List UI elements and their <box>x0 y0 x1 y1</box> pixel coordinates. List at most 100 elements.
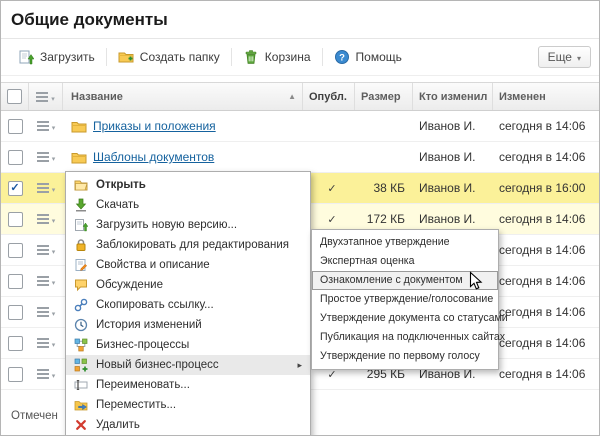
mouse-cursor <box>469 271 483 291</box>
submenu-item-publish-to-sites[interactable]: Публикация на подключенных сайтах <box>312 328 498 347</box>
menu-item-lock-for-editing[interactable]: Заблокировать для редактирования <box>66 235 310 255</box>
history-icon <box>74 318 89 333</box>
menu-item-download[interactable]: Скачать <box>66 195 310 215</box>
chevron-down-icon <box>52 336 56 350</box>
more-button[interactable]: Еще <box>538 46 591 68</box>
modified-date: сегодня в 16:00 <box>493 173 599 203</box>
menu-item-properties[interactable]: Свойства и описание <box>66 255 310 275</box>
row-checkbox[interactable] <box>8 367 23 382</box>
header-menu-button[interactable] <box>36 88 55 106</box>
hamburger-icon <box>37 307 49 317</box>
menu-item-delete[interactable]: Удалить <box>66 415 310 435</box>
row-menu-button[interactable] <box>37 274 56 288</box>
hamburger-icon <box>37 121 49 131</box>
folder-link[interactable]: Приказы и положения <box>93 119 216 133</box>
row-checkbox[interactable] <box>8 305 23 320</box>
row-checkbox-checked[interactable] <box>8 181 23 196</box>
menu-item-new-business-process[interactable]: Новый бизнес-процесс ▸ <box>66 355 310 375</box>
move-icon <box>74 398 89 413</box>
row-menu-button[interactable] <box>37 212 56 226</box>
delete-icon <box>74 418 89 433</box>
menu-item-rename[interactable]: Переименовать... <box>66 375 310 395</box>
submenu-item-status-approval[interactable]: Утверждение документа со статусами <box>312 309 498 328</box>
row-menu-button[interactable] <box>37 367 56 381</box>
help-button-label: Помощь <box>356 50 402 64</box>
menu-item-label: Загрузить новую версию... <box>96 219 237 231</box>
row-menu-button[interactable] <box>37 150 56 164</box>
chevron-down-icon <box>52 243 56 257</box>
page-title: Общие документы <box>11 10 589 30</box>
row-menu-button[interactable] <box>37 119 56 133</box>
published-check <box>303 111 355 141</box>
page-header: Общие документы <box>1 1 599 39</box>
hamburger-icon <box>37 152 49 162</box>
menu-item-discussion[interactable]: Обсуждение <box>66 275 310 295</box>
row-menu-button[interactable] <box>37 336 56 350</box>
menu-item-open[interactable]: Открыть <box>66 175 310 195</box>
upload-version-icon <box>74 218 89 233</box>
submenu-item-expert-review[interactable]: Экспертная оценка <box>312 252 498 271</box>
row-menu-button[interactable] <box>37 181 56 195</box>
upload-icon <box>18 49 34 65</box>
business-process-submenu: Двухэтапное утверждение Экспертная оценк… <box>311 229 499 370</box>
column-header-name[interactable]: Название ▲ <box>63 83 303 110</box>
table-header: Название ▲ Опубл. Размер Кто изменил Изм… <box>1 82 599 111</box>
discussion-icon <box>74 278 89 293</box>
table-row[interactable]: Шаблоны документов Иванов И. сегодня в 1… <box>1 142 599 173</box>
create-folder-button[interactable]: Создать папку <box>109 44 229 70</box>
table-row[interactable]: Приказы и положения Иванов И. сегодня в … <box>1 111 599 142</box>
submenu-item-first-vote-approval[interactable]: Утверждение по первому голосу <box>312 347 498 366</box>
create-folder-button-label: Создать папку <box>140 50 220 64</box>
menu-item-upload-new-version[interactable]: Загрузить новую версию... <box>66 215 310 235</box>
properties-icon <box>74 258 89 273</box>
chevron-down-icon <box>51 88 55 106</box>
menu-item-history[interactable]: История изменений <box>66 315 310 335</box>
select-all-checkbox[interactable] <box>7 89 22 104</box>
folder-link[interactable]: Шаблоны документов <box>93 150 214 164</box>
open-icon <box>74 178 89 193</box>
context-menu: Открыть Скачать Загрузить новую версию..… <box>65 171 311 436</box>
submenu-item-simple-approval-vote[interactable]: Простое утверждение/голосование <box>312 290 498 309</box>
toolbar-separator <box>231 48 232 66</box>
row-checkbox[interactable] <box>8 243 23 258</box>
recycle-bin-button-label: Корзина <box>265 50 311 64</box>
menu-item-business-processes[interactable]: Бизнес-процессы <box>66 335 310 355</box>
menu-item-label: Переместить... <box>96 399 176 411</box>
file-size <box>355 142 413 172</box>
folder-icon <box>71 151 87 164</box>
column-header-modified-by[interactable]: Кто изменил <box>413 83 493 110</box>
row-checkbox[interactable] <box>8 274 23 289</box>
row-menu-button[interactable] <box>37 305 56 319</box>
recycle-bin-icon <box>243 49 259 65</box>
recycle-bin-button[interactable]: Корзина <box>234 44 320 70</box>
column-header-modified[interactable]: Изменен <box>493 83 599 110</box>
menu-item-copy-link[interactable]: Скопировать ссылку... <box>66 295 310 315</box>
hamburger-icon <box>37 183 49 193</box>
more-button-label: Еще <box>548 50 572 64</box>
menu-item-move[interactable]: Переместить... <box>66 395 310 415</box>
row-checkbox[interactable] <box>8 150 23 165</box>
toolbar: Загрузить Создать папку Корзина ? Помощь… <box>1 39 599 76</box>
submenu-item-two-step-approval[interactable]: Двухэтапное утверждение <box>312 233 498 252</box>
column-header-name-label: Название <box>71 91 123 103</box>
column-header-published[interactable]: Опубл. <box>303 83 355 110</box>
row-checkbox[interactable] <box>8 212 23 227</box>
upload-button-label: Загрузить <box>40 50 95 64</box>
help-button[interactable]: ? Помощь <box>325 44 411 70</box>
menu-item-label: Заблокировать для редактирования <box>96 239 289 251</box>
menu-item-label: Бизнес-процессы <box>96 339 189 351</box>
column-header-size[interactable]: Размер <box>355 83 413 110</box>
download-icon <box>74 198 89 213</box>
menu-item-label: Свойства и описание <box>96 259 210 271</box>
row-checkbox[interactable] <box>8 119 23 134</box>
row-menu-button[interactable] <box>37 243 56 257</box>
upload-button[interactable]: Загрузить <box>9 44 104 70</box>
modified-date: сегодня в 14:06 <box>493 111 599 141</box>
chevron-down-icon <box>52 274 56 288</box>
create-folder-icon <box>118 49 134 65</box>
file-size: 38 КБ <box>355 173 413 203</box>
row-checkbox[interactable] <box>8 336 23 351</box>
new-business-process-icon <box>74 358 89 373</box>
modified-date: сегодня в 14:06 <box>493 328 599 358</box>
chevron-down-icon <box>52 212 56 226</box>
